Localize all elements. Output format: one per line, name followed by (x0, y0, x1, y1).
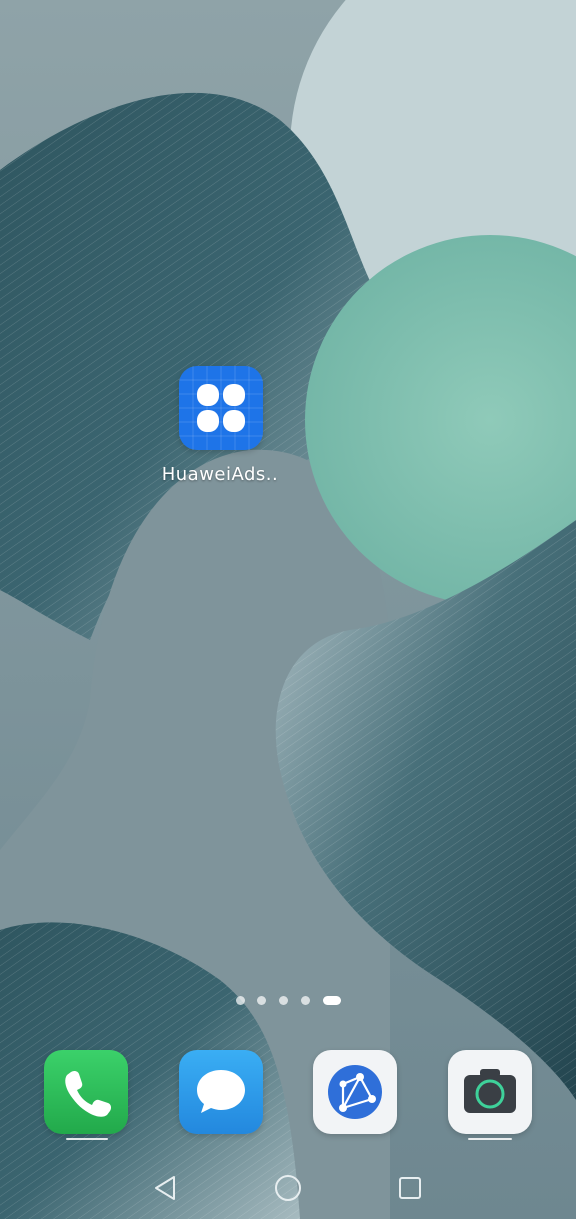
phone-icon (44, 1050, 128, 1134)
dock-indicator (468, 1138, 512, 1140)
huawei-ads-grid-icon (179, 366, 263, 450)
page-dot[interactable] (301, 996, 310, 1005)
back-triangle-icon (155, 1176, 175, 1200)
huawei-ads-label: HuaweiAds.. (161, 464, 279, 485)
page-dot-active[interactable] (323, 996, 341, 1005)
recents-square-icon (399, 1177, 421, 1199)
back-button[interactable] (148, 1170, 184, 1206)
page-dot[interactable] (279, 996, 288, 1005)
browser-app[interactable] (313, 1050, 397, 1134)
recents-button[interactable] (392, 1170, 428, 1206)
message-bubble-icon (179, 1050, 263, 1134)
globe-network-icon (313, 1050, 397, 1134)
home-circle-icon (275, 1175, 301, 1201)
dock-indicator (66, 1138, 108, 1140)
wallpaper (0, 0, 576, 1219)
page-dot[interactable] (257, 996, 266, 1005)
camera-icon (448, 1050, 532, 1134)
home-button[interactable] (270, 1170, 306, 1206)
page-dot[interactable] (236, 996, 245, 1005)
camera-app[interactable] (448, 1050, 532, 1134)
messages-app[interactable] (179, 1050, 263, 1134)
phone-app[interactable] (44, 1050, 128, 1134)
huawei-ads-app[interactable] (179, 366, 263, 450)
